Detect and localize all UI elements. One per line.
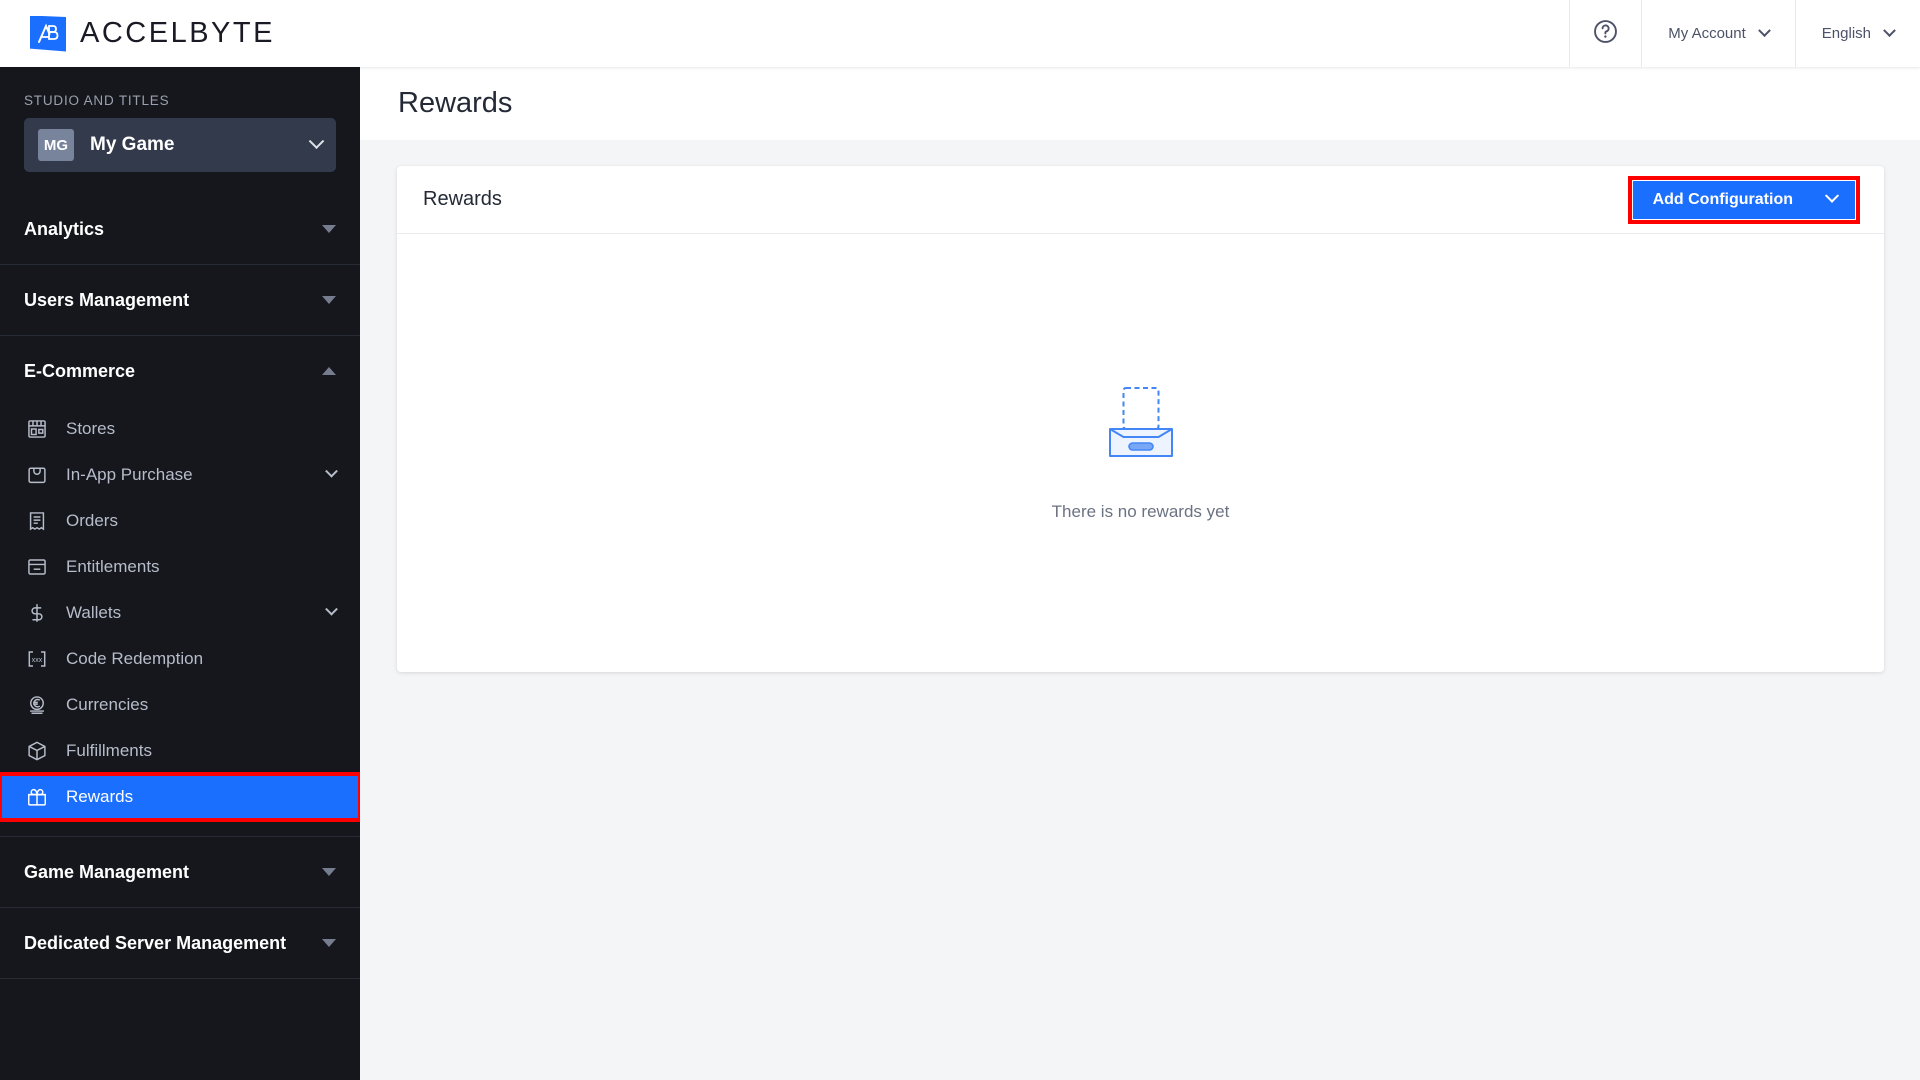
add-configuration-highlight: Add Configuration: [1627, 175, 1860, 224]
gift-icon: [24, 784, 50, 810]
sidebar-group-header-users-management[interactable]: Users Management: [0, 265, 360, 335]
store-icon: [24, 416, 50, 442]
sidebar-group-header-e-commerce[interactable]: E-Commerce: [0, 336, 360, 406]
sidebar-group-dedicated-server-management: Dedicated Server Management: [0, 908, 360, 979]
sidebar-item-label: Code Redemption: [66, 649, 204, 668]
sidebar-item-currencies[interactable]: Currencies: [0, 682, 360, 728]
language-label: English: [1821, 25, 1871, 42]
sidebar-group-items: Stores In-App Purchase Orders Entitlements W…: [0, 406, 360, 836]
sidebar-item-wallets[interactable]: Wallets: [0, 590, 360, 636]
caret-down-icon: [322, 868, 336, 876]
currency-euro-icon: [24, 692, 50, 718]
studio-initials-avatar: MG: [38, 129, 74, 161]
page-title: Rewards: [398, 87, 513, 119]
sidebar-group-header-analytics[interactable]: Analytics: [0, 194, 360, 264]
sidebar-item-label: Fulfillments: [66, 741, 152, 760]
sidebar-group-label: Analytics: [24, 218, 105, 239]
sidebar-item-label: Currencies: [66, 695, 149, 714]
sidebar-item-label: Entitlements: [66, 557, 160, 576]
brand-wordmark-byte: BYTE: [189, 17, 275, 49]
sidebar-group-label: Dedicated Server Management: [24, 932, 287, 953]
sidebar-group-header-game-management[interactable]: Game Management: [0, 837, 360, 907]
sidebar-group-game-management: Game Management: [0, 837, 360, 908]
entitlement-icon: [24, 554, 50, 580]
sidebar-item-entitlements[interactable]: Entitlements: [0, 544, 360, 590]
brand-wordmark-accel: ACCEL: [80, 17, 190, 49]
sidebar-item-label: In-App Purchase: [66, 465, 193, 484]
brand-logo[interactable]: ACCELBYTE: [0, 15, 275, 52]
sidebar-nav: Analytics Users Management E-Commerce Store…: [0, 194, 360, 979]
sidebar-item-stores[interactable]: Stores: [0, 406, 360, 452]
sidebar-group-e-commerce: E-Commerce Stores In-App Purchase Orders Ent…: [0, 336, 360, 837]
caret-up-icon: [322, 367, 336, 375]
sidebar-group-label: Users Management: [24, 289, 190, 310]
sidebar-group-label: Game Management: [24, 861, 190, 882]
rewards-empty-state: There is no rewards yet: [397, 234, 1884, 672]
sidebar-group-users-management: Users Management: [0, 265, 360, 336]
brand-wordmark: ACCELBYTE: [80, 17, 275, 50]
sidebar-item-in-app-purchase[interactable]: In-App Purchase: [0, 452, 360, 498]
caret-down-icon: [322, 939, 336, 947]
chevron-down-icon: [1883, 24, 1896, 38]
receipt-icon: [24, 508, 50, 534]
sidebar-item-label: Rewards: [66, 787, 134, 806]
studio-name-label: My Game: [90, 134, 175, 155]
page-title-bar: Rewards: [360, 67, 1920, 140]
chevron-down-icon: [1824, 188, 1840, 203]
chevron-down-icon: [308, 132, 325, 149]
top-header: ACCELBYTE My Account English: [0, 0, 1920, 67]
sidebar-group-label: E-Commerce: [24, 360, 136, 381]
svg-text:xxx: xxx: [32, 657, 43, 664]
empty-inbox-illustration: [1096, 385, 1186, 468]
main-content: Rewards Rewards Add Configuration There …: [360, 67, 1920, 1080]
add-configuration-label: Add Configuration: [1652, 190, 1793, 208]
empty-state-message: There is no rewards yet: [1051, 501, 1230, 521]
rewards-card-header: Rewards Add Configuration: [397, 166, 1884, 234]
dollar-icon: [24, 600, 50, 626]
sidebar-group-analytics: Analytics: [0, 194, 360, 265]
sidebar-group-header-dedicated-server-management[interactable]: Dedicated Server Management: [0, 908, 360, 978]
rewards-card-title: Rewards: [423, 188, 502, 210]
sidebar-item-rewards[interactable]: Rewards: [0, 772, 360, 822]
chevron-down-icon: [1757, 24, 1771, 38]
sidebar-item-label: Wallets: [66, 603, 122, 622]
my-account-label: My Account: [1668, 25, 1746, 42]
sidebar: STUDIO AND TITLES MG My Game Analytics Us…: [0, 67, 360, 1080]
chevron-down-icon: [325, 464, 338, 478]
help-circle-icon: [1592, 18, 1619, 49]
caret-down-icon: [322, 296, 336, 304]
accelbyte-logo-icon: [30, 15, 66, 52]
add-configuration-button[interactable]: Add Configuration: [1632, 180, 1855, 219]
language-menu[interactable]: English: [1794, 0, 1920, 67]
sidebar-item-label: Orders: [66, 511, 118, 530]
chevron-down-icon: [325, 602, 338, 616]
my-account-menu[interactable]: My Account: [1641, 0, 1795, 67]
help-button[interactable]: [1569, 0, 1641, 67]
studio-title-selector[interactable]: MG My Game: [24, 118, 336, 172]
studio-and-titles-label: STUDIO AND TITLES: [24, 93, 170, 108]
header-actions: My Account English: [1569, 0, 1920, 67]
shopping-bag-icon: [24, 462, 50, 488]
sidebar-item-label: Stores: [66, 419, 116, 438]
caret-down-icon: [322, 225, 336, 233]
rewards-card: Rewards Add Configuration There is no re…: [397, 166, 1884, 672]
sidebar-item-code-redemption[interactable]: xxx Code Redemption: [0, 636, 360, 682]
sidebar-item-orders[interactable]: Orders: [0, 498, 360, 544]
code-bracket-icon: xxx: [24, 646, 50, 672]
box-icon: [24, 738, 50, 764]
sidebar-item-fulfillments[interactable]: Fulfillments: [0, 728, 360, 774]
